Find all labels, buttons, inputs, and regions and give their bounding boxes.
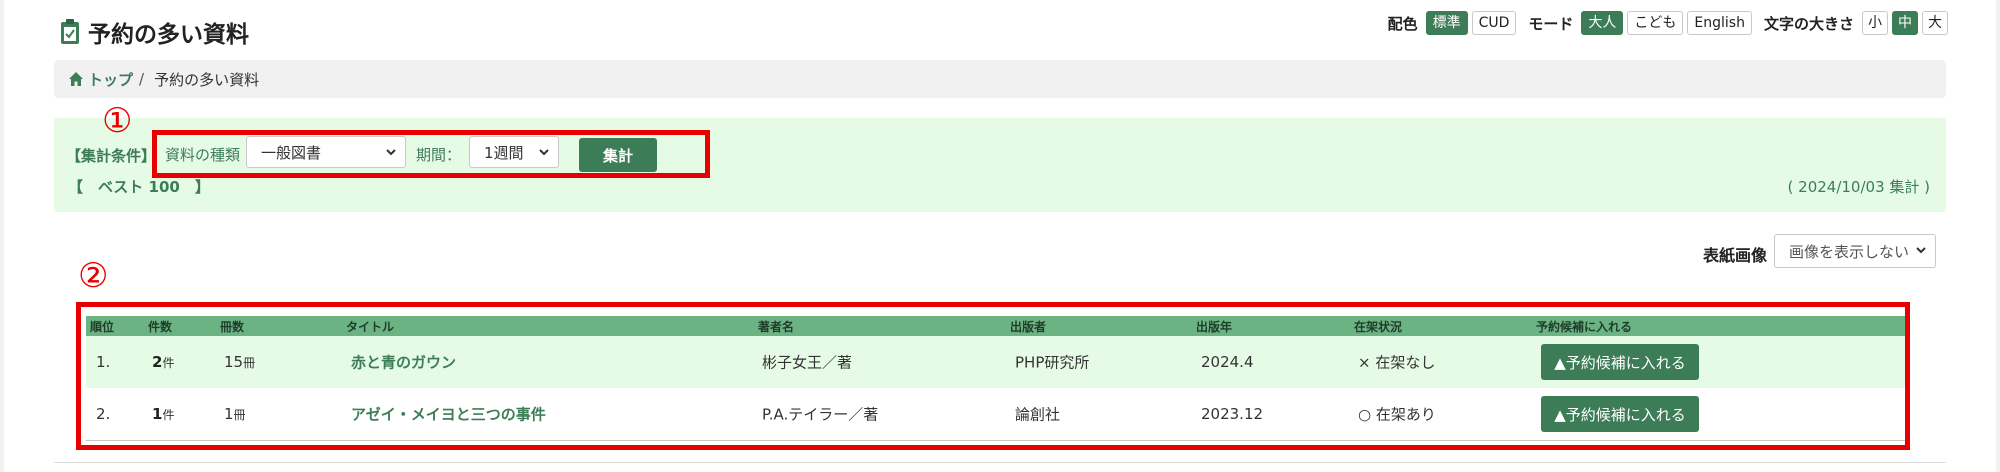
page-header: 予約の多い資料 [60,14,249,50]
best-count-label: 【 ベスト 100 】 [68,178,210,196]
color-standard-button[interactable]: 標準 [1425,11,1468,35]
annotation-box-2 [76,302,1910,450]
font-size-large-button[interactable]: 大 [1922,11,1948,35]
breadcrumb-separator: / [139,70,145,88]
mode-english-button[interactable]: English [1687,11,1752,35]
font-size-medium-button[interactable]: 中 [1892,11,1918,35]
page-edge-right [1996,0,2000,472]
breadcrumb-home-label: トップ [88,70,134,89]
annotation-marker-2: ② [78,256,109,296]
annotation-marker-1: ① [102,101,133,141]
page-title: 予約の多い資料 [88,22,249,48]
clipboard-check-icon [61,19,79,44]
home-icon [69,72,83,86]
chevron-down-icon [1916,247,1926,254]
mode-label: モード [1528,14,1574,33]
aggregate-date: ( 2024/10/03 集計 ) [1787,178,1930,196]
color-cud-button[interactable]: CUD [1471,11,1517,35]
cover-image-label: 表紙画像 [1703,246,1768,265]
font-size-small-button[interactable]: 小 [1862,11,1888,35]
color-scheme-label: 配色 [1387,14,1418,33]
breadcrumb-current: 予約の多い資料 [154,70,260,89]
breadcrumb: トップ / 予約の多い資料 [54,60,1946,98]
mode-adult-button[interactable]: 大人 [1581,11,1624,35]
cover-image-value: 画像を表示しない [1789,242,1910,261]
annotation-box-1 [152,130,710,178]
font-size-label: 文字の大きさ [1763,14,1854,33]
conditions-label: 【集計条件】 [66,147,157,165]
breadcrumb-home-link[interactable]: トップ [68,69,133,90]
display-settings: 配色 標準 CUD モード 大人 こども English 文字の大きさ 小 中 … [1380,11,1948,35]
mode-kids-button[interactable]: こども [1627,11,1684,35]
page-edge-left [0,0,4,472]
cover-image-select[interactable]: 画像を表示しない [1774,234,1936,268]
content-divider [54,462,1946,463]
